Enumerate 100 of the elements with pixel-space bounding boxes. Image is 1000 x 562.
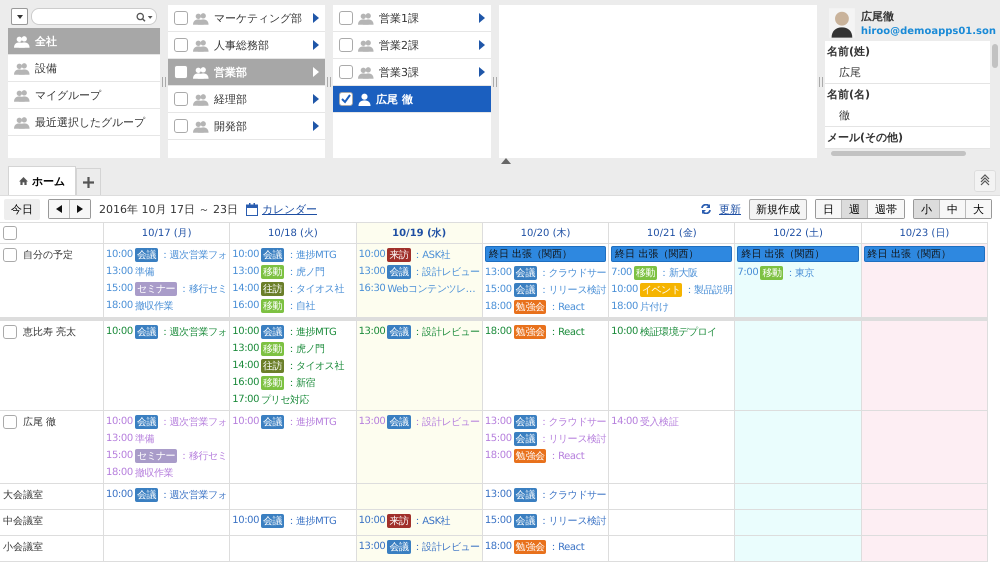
event-title[interactable]: 検証環境デプロイ [640, 324, 717, 338]
arrow-icon[interactable] [313, 121, 319, 131]
department-list-item[interactable]: 開発部 [168, 113, 325, 140]
splitter-handle[interactable] [327, 76, 331, 86]
calendar-cell[interactable]: 終日 出張（関西） 7:00 移動 ：新大阪 10:00 イベント ：製品説明 18:00 片付け [609, 244, 736, 318]
event-title[interactable]: ：自社 [286, 298, 316, 312]
event-time[interactable]: 10:00 [106, 326, 133, 337]
calendar-link[interactable]: カレンダー [262, 202, 317, 216]
checkbox[interactable] [339, 92, 353, 106]
event-time[interactable]: 15:00 [484, 284, 512, 295]
event-time[interactable]: 18:00 [611, 301, 638, 312]
splitter-handle[interactable] [819, 76, 823, 86]
size-button[interactable]: 大 [966, 200, 991, 218]
event-title[interactable]: ：新大阪 [659, 266, 698, 280]
arrow-icon[interactable] [313, 40, 319, 50]
event-time[interactable]: 13:00 [358, 266, 386, 277]
member-list-item[interactable]: 広尾 徹 [333, 86, 491, 113]
arrow-icon[interactable] [313, 94, 319, 104]
department-list-item[interactable]: 営業部 [168, 59, 325, 86]
checkbox[interactable] [339, 38, 353, 52]
scrollbar[interactable] [831, 151, 966, 156]
event-time[interactable]: 16:30 [358, 283, 386, 294]
department-list-item[interactable]: マーケティング部 [168, 5, 325, 32]
calendar-cell[interactable]: 10:00 会議 ：進捗MTG [230, 510, 357, 536]
event-time[interactable]: 15:00 [106, 450, 133, 461]
event-title[interactable]: ：進捗MTG [286, 324, 336, 338]
event-title[interactable]: ：設計レビュー [412, 540, 480, 554]
calendar-cell[interactable]: 15:00 会議 ：リリース検討 [482, 510, 610, 536]
calendar-cell[interactable]: 10:00 会議 ：週次営業フォ [104, 318, 230, 411]
event-title[interactable]: ：設計レビュー [412, 414, 480, 428]
event-title[interactable]: ：移行セミ [179, 282, 228, 296]
event-title[interactable]: ：進捗MTG [286, 414, 336, 428]
group-list-item[interactable]: 全社 [8, 28, 160, 55]
refresh-icon[interactable] [701, 204, 711, 214]
calendar-cell[interactable]: 10:00 会議 ：週次営業フォ 13:00 準備 15:00 セミナー ：移行セミ 18:00 撤収作業 [104, 411, 230, 484]
event-title[interactable]: ：タイオス社 [286, 358, 344, 372]
all-day-event[interactable]: 終日 出張（関西） [737, 246, 859, 262]
calendar-cell[interactable]: 13:00 会議 ：設計レビュー [356, 536, 483, 562]
calendar-cell[interactable] [609, 510, 736, 536]
all-day-event[interactable]: 終日 出張（関西） [611, 246, 732, 262]
calendar-cell[interactable] [104, 510, 230, 536]
calendar-cell[interactable] [862, 510, 988, 536]
checkbox[interactable] [3, 415, 17, 429]
new-button[interactable]: 新規作成 [749, 198, 807, 220]
event-time[interactable]: 13:00 [484, 489, 512, 500]
event-title[interactable]: プリセ対応 [261, 392, 310, 406]
event-title[interactable]: ：クラウドサー [538, 488, 606, 502]
event-title[interactable]: 片付け [640, 300, 669, 314]
event-title[interactable]: Webコンテンツレ… [387, 282, 476, 296]
event-time[interactable]: 10:00 [358, 249, 386, 260]
calendar-cell[interactable] [862, 411, 988, 484]
event-title[interactable]: ：リリース検討 [538, 432, 606, 446]
calendar-cell[interactable]: 13:00 会議 ：設計レビュー [356, 318, 483, 411]
calendar-cell[interactable] [862, 536, 988, 562]
calendar-cell[interactable] [230, 484, 357, 510]
arrow-icon[interactable] [479, 13, 485, 23]
event-title[interactable]: ：React [548, 324, 584, 338]
group-list-item[interactable]: 設備 [8, 55, 160, 82]
size-button[interactable]: 中 [940, 200, 966, 218]
event-title[interactable]: 撤収作業 [134, 298, 174, 312]
calendar-cell[interactable] [230, 536, 357, 562]
scrollbar[interactable] [992, 44, 998, 68]
event-title[interactable]: ：虎ノ門 [286, 264, 325, 278]
event-time[interactable]: 13:00 [358, 326, 386, 337]
event-time[interactable]: 14:00 [611, 416, 638, 427]
event-time[interactable]: 13:00 [232, 266, 260, 277]
calendar-cell[interactable]: 終日 出張（関西） [862, 244, 988, 318]
event-title[interactable]: ：新宿 [286, 376, 316, 390]
checkbox[interactable] [3, 248, 17, 262]
event-title[interactable]: ：React [548, 300, 584, 314]
event-title[interactable]: ：移行セミ [179, 448, 228, 462]
arrow-icon[interactable] [479, 67, 485, 77]
event-title[interactable]: ：進捗MTG [286, 514, 336, 528]
all-day-event[interactable]: 終日 出張（関西） [484, 246, 606, 262]
all-day-event[interactable]: 終日 出張（関西） [864, 246, 985, 262]
event-title[interactable]: ：React [548, 448, 584, 462]
member-list-item[interactable]: 営業1課 [333, 5, 491, 32]
calendar-cell[interactable]: 10:00 会議 ：進捗MTG 13:00 移動 ：虎ノ門 14:00 往訪 ：タイオス社 16:00 移動 ：新宿 17:00 プリセ対応 [230, 318, 357, 411]
event-time[interactable]: 13:00 [106, 266, 133, 277]
group-list-item[interactable]: マイグループ [8, 82, 160, 109]
calendar-cell[interactable] [609, 484, 736, 510]
calendar-cell[interactable]: 10:00 検証環境デプロイ [609, 318, 736, 411]
event-time[interactable]: 15:00 [484, 433, 512, 444]
group-list-item[interactable]: 最近選択したグループ [8, 109, 160, 136]
calendar-cell[interactable]: 10:00 来訪 ：ASK社 13:00 会議 ：設計レビュー 16:30 Webコンテンツレ… [356, 244, 483, 318]
arrow-icon[interactable] [313, 13, 319, 23]
member-list-item[interactable]: 営業2課 [333, 32, 491, 59]
checkbox[interactable] [339, 11, 353, 25]
calendar-cell[interactable]: 18:00 勉強会 ：React [482, 536, 610, 562]
view-button[interactable]: 日 [816, 200, 842, 218]
event-time[interactable]: 14:00 [232, 283, 260, 294]
event-time[interactable]: 18:00 [484, 301, 512, 312]
event-title[interactable]: ：リリース検討 [538, 514, 606, 528]
today-button[interactable]: 今日 [4, 198, 40, 220]
event-time[interactable]: 13:00 [232, 343, 260, 354]
event-title[interactable]: ：週次営業フォ [160, 248, 228, 262]
event-title[interactable]: 準備 [134, 432, 154, 446]
calendar-cell[interactable] [735, 536, 862, 562]
calendar-cell[interactable] [735, 484, 862, 510]
calendar-cell[interactable]: 10:00 来訪 ：ASK社 [356, 510, 483, 536]
